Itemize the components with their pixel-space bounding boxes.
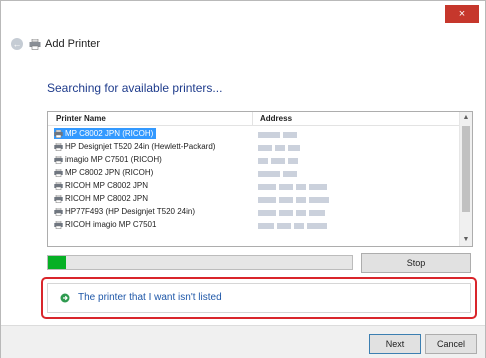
window-title: Add Printer [45, 38, 101, 50]
printer-address-blurred [258, 130, 300, 138]
printer-row[interactable]: MP C8002 JPN (RICOH) [48, 166, 458, 179]
printer-address-blurred [258, 156, 301, 164]
page-heading: Searching for available printers... [47, 81, 223, 95]
column-header-name[interactable]: Printer Name [56, 114, 106, 123]
add-printer-window: × ← Add Printer Searching for available … [0, 0, 486, 358]
printer-name: imagio MP C7501 (RICOH) [65, 155, 162, 164]
printer-row[interactable]: HP77F493 (HP Designjet T520 24in) [48, 205, 458, 218]
printer-row[interactable]: RICOH MP C8002 JPN [48, 179, 458, 192]
navigation-row: ← Add Printer [1, 31, 485, 59]
cancel-button[interactable]: Cancel [425, 334, 477, 354]
list-rows: MP C8002 JPN (RICOH) HP Designjet T520 24… [48, 127, 458, 231]
printer-icon [54, 168, 63, 177]
printer-row[interactable]: RICOH MP C8002 JPN [48, 192, 458, 205]
highlight-outline [41, 277, 477, 319]
printer-name: HP77F493 (HP Designjet T520 24in) [65, 207, 195, 216]
printer-icon [54, 207, 63, 216]
printer-name: HP Designjet T520 24in (Hewlett-Packard) [65, 142, 216, 151]
stop-button[interactable]: Stop [361, 253, 471, 273]
printer-icon [54, 194, 63, 203]
progress-fill [48, 256, 67, 269]
scroll-up-icon[interactable]: ▲ [460, 112, 472, 124]
printer-row[interactable]: HP Designjet T520 24in (Hewlett-Packard) [48, 140, 458, 153]
search-progress-bar [47, 255, 353, 270]
printer-name: RICOH MP C8002 JPN [65, 194, 148, 203]
printer-name-cell: RICOH MP C8002 JPN [54, 193, 151, 204]
column-divider [252, 112, 253, 125]
printer-name-cell: RICOH imagio MP C7501 [54, 219, 159, 230]
printer-row[interactable]: MP C8002 JPN (RICOH) [48, 127, 458, 140]
list-header: Printer Name Address [48, 112, 460, 126]
printer-name: RICOH MP C8002 JPN [65, 181, 148, 190]
printer-icon [54, 155, 63, 164]
back-arrow-icon[interactable]: ← [11, 38, 23, 50]
printer-name-cell: MP C8002 JPN (RICOH) [54, 167, 156, 178]
printer-name-cell: HP Designjet T520 24in (Hewlett-Packard) [54, 141, 218, 152]
close-button[interactable]: × [445, 5, 479, 23]
printer-icon [54, 220, 63, 229]
printer-name-cell: RICOH MP C8002 JPN [54, 180, 151, 191]
column-header-address[interactable]: Address [260, 114, 292, 123]
printer-address-blurred [258, 143, 303, 151]
printer-address-blurred [258, 208, 328, 216]
printer-icon [54, 142, 63, 151]
printer-icon [54, 129, 63, 138]
printer-name: MP C8002 JPN (RICOH) [65, 168, 154, 177]
printer-name-cell: HP77F493 (HP Designjet T520 24in) [54, 206, 198, 217]
printer-name-cell: imagio MP C7501 (RICOH) [54, 154, 165, 165]
printer-list[interactable]: Printer Name Address MP C8002 JPN (RICOH… [47, 111, 473, 247]
printer-row[interactable]: imagio MP C7501 (RICOH) [48, 153, 458, 166]
printer-address-blurred [258, 221, 330, 229]
title-bar: × [1, 1, 485, 29]
scrollbar-thumb[interactable] [462, 126, 470, 212]
printer-row[interactable]: RICOH imagio MP C7501 [48, 218, 458, 231]
printer-address-blurred [258, 195, 332, 203]
printer-name: MP C8002 JPN (RICOH) [65, 129, 154, 138]
printer-name-cell: MP C8002 JPN (RICOH) [54, 128, 157, 139]
printer-icon [29, 39, 41, 50]
printer-icon [54, 181, 63, 190]
scroll-down-icon[interactable]: ▼ [460, 234, 472, 246]
next-button[interactable]: Next [369, 334, 421, 354]
printer-address-blurred [258, 169, 300, 177]
dialog-footer: Next Cancel [1, 325, 485, 358]
printer-name: RICOH imagio MP C7501 [65, 220, 157, 229]
vertical-scrollbar[interactable]: ▲ ▼ [459, 112, 472, 246]
printer-address-blurred [258, 182, 330, 190]
